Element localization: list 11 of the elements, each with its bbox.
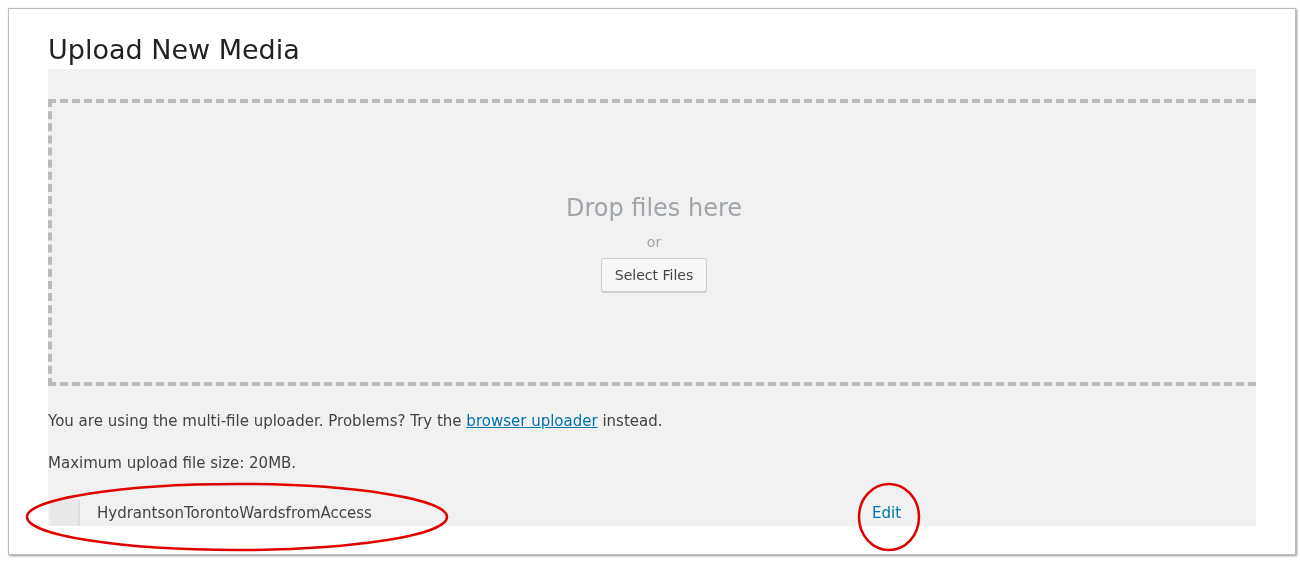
- select-files-button[interactable]: Select Files: [600, 257, 708, 292]
- annotation-circle: [856, 481, 922, 553]
- browser-uploader-link[interactable]: browser uploader: [466, 412, 598, 430]
- uploader-notice: You are using the multi-file uploader. Problems? Try the browser uploader instead.: [48, 412, 664, 430]
- edit-link[interactable]: Edit: [872, 504, 902, 522]
- max-size-note: Maximum upload file size: 20MB.: [48, 454, 298, 472]
- page-title: Upload New Media: [48, 35, 1256, 69]
- or-separator: or: [646, 233, 662, 250]
- drop-heading: Drop files here: [565, 193, 743, 222]
- file-name: HydrantsonTorontoWardsfromAccess: [97, 504, 372, 522]
- drop-zone[interactable]: Drop files here or Select Files: [48, 99, 1256, 386]
